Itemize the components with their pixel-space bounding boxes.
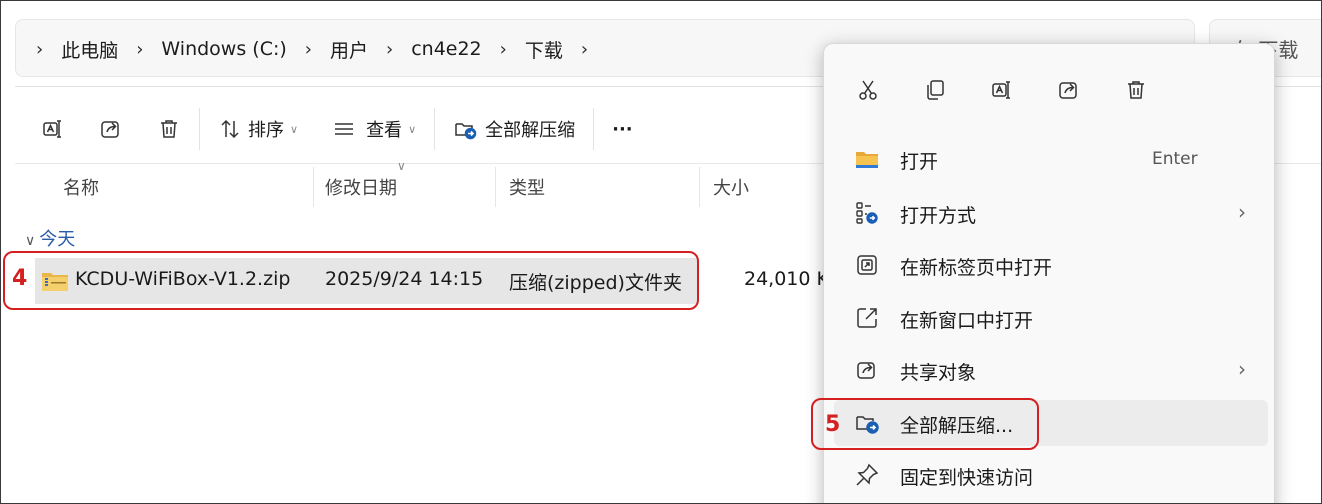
column-separator[interactable] (495, 167, 496, 207)
breadcrumb: › 此电脑 › Windows (C:) › 用户 › cn4e22 › 下载 … (36, 20, 606, 78)
menu-item-shortcut: Enter (1152, 149, 1198, 169)
command-bar: 排序 ∨ 查看 ∨ 全部解压缩 ··· (31, 101, 643, 157)
more-options-button[interactable]: ··· (602, 109, 643, 149)
column-header-modified[interactable]: 修改日期 (325, 174, 397, 200)
chevron-right-icon: › (1238, 357, 1246, 381)
column-header-size[interactable]: 大小 (713, 174, 749, 200)
view-button[interactable]: 查看 ∨ (322, 109, 426, 149)
menu-item-label: 固定到快速访问 (900, 467, 1034, 489)
breadcrumb-item-downloads[interactable]: 下载 (525, 36, 563, 63)
breadcrumb-separator: › (304, 38, 312, 60)
rename-button[interactable] (980, 72, 1024, 108)
column-header-name[interactable]: 名称 (63, 174, 99, 200)
menu-item-label: 打开 (900, 151, 939, 173)
share-icon (857, 362, 875, 379)
new-window-icon (857, 308, 877, 328)
menu-item-open-with[interactable]: 打开方式 › (834, 190, 1268, 236)
group-header-today[interactable]: ∨ 今天 (25, 225, 75, 251)
trash-icon (161, 120, 177, 138)
rename-button[interactable] (31, 109, 75, 149)
delete-button[interactable] (1114, 72, 1158, 108)
new-tab-icon (857, 255, 877, 275)
extract-icon (455, 123, 477, 140)
menu-item-open[interactable]: 打开 Enter (834, 136, 1268, 182)
toolbar-separator (199, 108, 200, 150)
file-name: KCDU-WiFiBox-V1.2.zip (75, 268, 291, 290)
breadcrumb-item-user[interactable]: cn4e22 (411, 38, 481, 60)
sort-button[interactable]: 排序 ∨ (208, 109, 308, 149)
context-menu-quick-actions (846, 72, 1181, 108)
step-number-5: 5 (825, 412, 841, 437)
menu-item-pin-quick-access[interactable]: 固定到快速访问 (834, 452, 1268, 498)
menu-item-open-new-tab[interactable]: 在新标签页中打开 (834, 242, 1268, 288)
toolbar-separator (434, 108, 436, 150)
sort-icon (221, 119, 239, 139)
step-highlight-box (811, 398, 1039, 450)
file-modified: 2025/9/24 14:15 (325, 268, 484, 290)
scissors-icon (859, 80, 877, 100)
copy-icon (927, 80, 944, 100)
chevron-down-icon: ∨ (408, 122, 417, 136)
open-with-icon (856, 202, 878, 224)
share-icon (1059, 82, 1077, 99)
extract-all-button[interactable]: 全部解压缩 (443, 109, 585, 149)
breadcrumb-item-this-pc[interactable]: 此电脑 (61, 36, 118, 63)
breadcrumb-item-users[interactable]: 用户 (330, 36, 368, 63)
chevron-right-icon: › (1238, 200, 1246, 224)
menu-item-label: 打开方式 (900, 205, 977, 227)
group-label: 今天 (39, 229, 76, 250)
breadcrumb-item-windows-c[interactable]: Windows (C:) (161, 38, 286, 60)
share-button[interactable] (1047, 72, 1091, 108)
breadcrumb-separator: › (36, 38, 44, 60)
column-separator[interactable] (699, 167, 700, 207)
share-button[interactable] (89, 109, 133, 149)
view-icon (335, 123, 354, 135)
chevron-down-icon: ∨ (25, 233, 36, 249)
chevron-down-icon: ∨ (290, 122, 299, 136)
toolbar-separator (593, 108, 595, 150)
breadcrumb-separator: › (136, 38, 144, 60)
cut-button[interactable] (846, 72, 890, 108)
sort-label: 排序 (248, 120, 284, 141)
menu-item-share[interactable]: 共享对象 › (834, 347, 1268, 393)
breadcrumb-separator[interactable]: › (581, 39, 588, 60)
menu-item-label: 在新标签页中打开 (900, 257, 1053, 279)
extract-all-label: 全部解压缩 (485, 120, 576, 141)
zip-folder-icon (42, 273, 68, 291)
copy-button[interactable] (913, 72, 957, 108)
rename-icon (43, 120, 61, 138)
menu-item-label: 共享对象 (900, 362, 977, 384)
column-separator[interactable] (313, 167, 314, 207)
trash-icon (1128, 81, 1144, 99)
file-size: 24,010 K (744, 268, 829, 290)
menu-item-open-new-window[interactable]: 在新窗口中打开 (834, 295, 1268, 341)
sort-indicator-icon: ∨ (397, 159, 406, 173)
rename-icon (992, 81, 1010, 99)
explorer-window: › 此电脑 › Windows (C:) › 用户 › cn4e22 › 下载 … (0, 0, 1322, 504)
delete-button[interactable] (147, 109, 191, 149)
column-header-type[interactable]: 类型 (509, 174, 545, 200)
pin-icon (856, 463, 879, 486)
breadcrumb-separator: › (386, 38, 394, 60)
step-number-4: 4 (12, 266, 28, 291)
view-label: 查看 (366, 120, 403, 141)
file-type: 压缩(zipped)文件夹 (509, 272, 682, 294)
menu-item-label: 在新窗口中打开 (900, 310, 1034, 332)
share-icon (101, 121, 119, 138)
folder-icon (856, 152, 878, 168)
breadcrumb-separator: › (499, 38, 507, 60)
